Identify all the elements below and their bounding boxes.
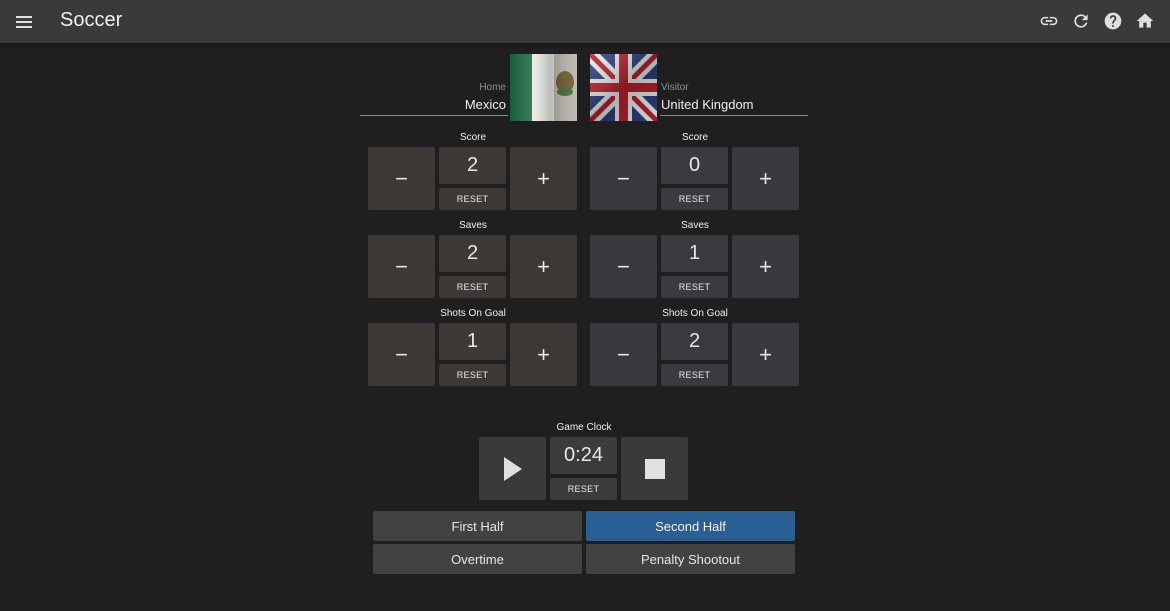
home-team-name: Mexico	[464, 97, 506, 112]
link-icon[interactable]	[1038, 10, 1060, 32]
home-icon[interactable]	[1134, 10, 1156, 32]
visitor-shots-value: 2	[661, 323, 728, 360]
home-team-field[interactable]: Home Mexico	[360, 54, 508, 116]
visitor-score-label: Score	[681, 132, 709, 143]
home-score-minus-button[interactable]: −	[368, 147, 435, 210]
visitor-shots-label: Shots On Goal	[662, 308, 728, 319]
home-shots-minus-button[interactable]: −	[368, 323, 435, 386]
home-score-plus-button[interactable]: +	[510, 147, 577, 210]
visitor-shots-plus-button[interactable]: +	[732, 323, 799, 386]
period-second-half-button[interactable]: Second Half	[586, 511, 795, 541]
visitor-team-field[interactable]: Visitor United Kingdom	[660, 54, 808, 116]
home-shots-reset-button[interactable]: RESET	[439, 364, 506, 386]
app-title: Soccer	[60, 9, 123, 31]
visitor-saves-plus-button[interactable]: +	[732, 235, 799, 298]
home-saves-reset-button[interactable]: RESET	[439, 276, 506, 298]
play-button[interactable]	[479, 437, 546, 500]
game-clock-label: Game Clock	[556, 422, 612, 433]
home-score-label: Score	[459, 132, 487, 143]
period-penalty-shootout-button[interactable]: Penalty Shootout	[586, 544, 795, 574]
home-saves-label: Saves	[459, 220, 487, 231]
home-label: Home	[479, 82, 506, 93]
united-kingdom-flag-image	[590, 54, 657, 121]
visitor-score-reset-button[interactable]: RESET	[661, 188, 728, 210]
visitor-saves-value: 1	[661, 235, 728, 272]
menu-icon[interactable]	[14, 11, 36, 33]
app-bar: Soccer	[0, 0, 1170, 43]
visitor-saves-reset-button[interactable]: RESET	[661, 276, 728, 298]
visitor-score-value: 0	[661, 147, 728, 184]
home-score-value: 2	[439, 147, 506, 184]
visitor-score-minus-button[interactable]: −	[590, 147, 657, 210]
mexico-flag-image	[510, 54, 577, 121]
visitor-saves-label: Saves	[681, 220, 709, 231]
period-first-half-button[interactable]: First Half	[373, 511, 582, 541]
visitor-score-plus-button[interactable]: +	[732, 147, 799, 210]
play-icon	[503, 456, 522, 481]
home-saves-value: 2	[439, 235, 506, 272]
home-score-reset-button[interactable]: RESET	[439, 188, 506, 210]
visitor-label: Visitor	[661, 82, 689, 93]
refresh-icon[interactable]	[1070, 10, 1092, 32]
game-clock-reset-button[interactable]: RESET	[550, 478, 617, 500]
home-shots-value: 1	[439, 323, 506, 360]
visitor-saves-minus-button[interactable]: −	[590, 235, 657, 298]
period-overtime-button[interactable]: Overtime	[373, 544, 582, 574]
visitor-shots-minus-button[interactable]: −	[590, 323, 657, 386]
game-clock-time: 0:24	[550, 437, 617, 474]
stop-icon	[644, 458, 665, 479]
visitor-shots-reset-button[interactable]: RESET	[661, 364, 728, 386]
visitor-team-name: United Kingdom	[661, 97, 754, 112]
home-shots-label: Shots On Goal	[440, 308, 506, 319]
home-saves-plus-button[interactable]: +	[510, 235, 577, 298]
home-shots-plus-button[interactable]: +	[510, 323, 577, 386]
stop-button[interactable]	[621, 437, 688, 500]
home-saves-minus-button[interactable]: −	[368, 235, 435, 298]
help-icon[interactable]	[1102, 10, 1124, 32]
